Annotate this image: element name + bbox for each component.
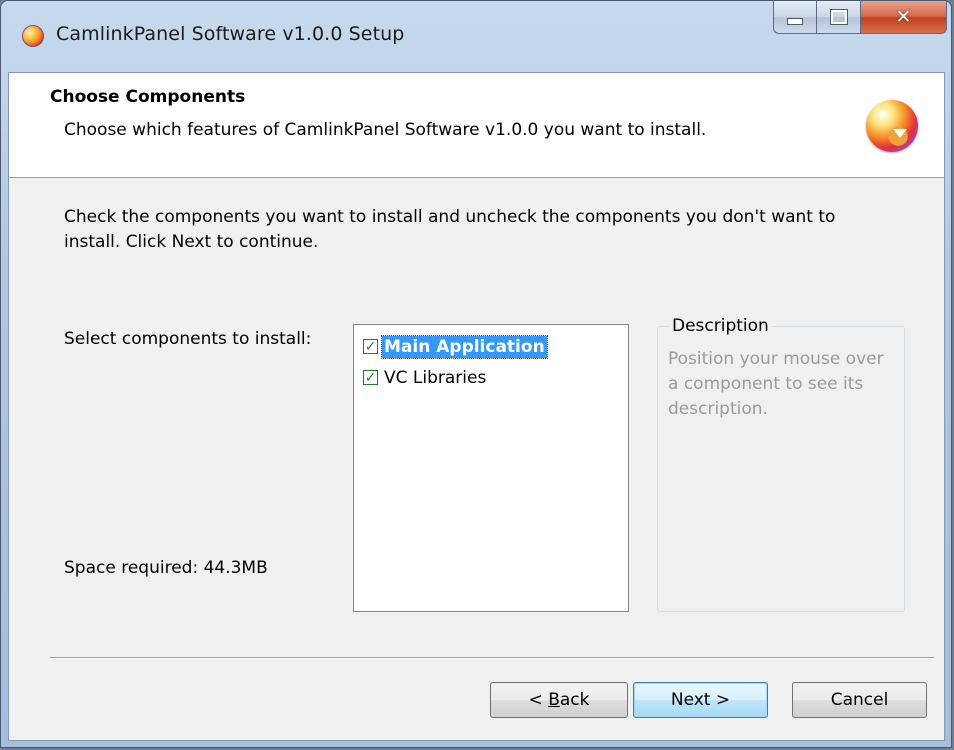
page-title: Choose Components xyxy=(50,87,246,107)
next-button[interactable]: Next > xyxy=(633,682,768,718)
window-title: CamlinkPanel Software v1.0.0 Setup xyxy=(56,23,405,45)
main-application-checkbox[interactable]: ✓ xyxy=(363,339,378,354)
components-list[interactable]: ✓ Main Application ✓ VC Libraries xyxy=(353,324,629,612)
vc-libraries-checkbox[interactable]: ✓ xyxy=(363,370,378,385)
header-panel: Choose Components Choose which features … xyxy=(9,73,944,178)
title-bar[interactable]: CamlinkPanel Software v1.0.0 Setup ✕ xyxy=(1,1,951,71)
window-controls: ✕ xyxy=(773,1,947,35)
separator xyxy=(50,657,934,659)
component-item-main-application[interactable]: ✓ Main Application xyxy=(354,331,628,362)
dialog-body: Choose Components Choose which features … xyxy=(8,72,945,741)
close-icon: ✕ xyxy=(895,5,912,28)
description-group: Description Position your mouse over a c… xyxy=(657,316,905,612)
installer-disc-icon xyxy=(866,100,918,152)
cancel-button[interactable]: Cancel xyxy=(792,682,927,718)
back-accelerator: B xyxy=(548,690,560,710)
checkmark-icon: ✓ xyxy=(364,338,377,355)
back-button[interactable]: < Back xyxy=(490,682,628,718)
minimize-button[interactable] xyxy=(773,1,817,34)
minimize-icon xyxy=(787,17,803,25)
back-label-rest: ack xyxy=(559,690,590,710)
maximize-icon xyxy=(830,10,847,24)
select-components-label: Select components to install: xyxy=(64,329,312,349)
space-required-label: Space required: 44.3MB xyxy=(64,558,268,578)
component-item-vc-libraries[interactable]: ✓ VC Libraries xyxy=(354,362,628,393)
description-text: Position your mouse over a component to … xyxy=(668,349,884,419)
close-button[interactable]: ✕ xyxy=(861,1,947,34)
setup-window: CamlinkPanel Software v1.0.0 Setup ✕ Cho… xyxy=(0,0,952,748)
app-icon xyxy=(22,25,44,47)
intro-text: Check the components you want to install… xyxy=(64,207,836,252)
checkmark-icon: ✓ xyxy=(364,369,377,386)
component-label[interactable]: VC Libraries xyxy=(382,367,488,389)
page-subtitle: Choose which features of CamlinkPanel So… xyxy=(64,120,707,140)
component-label[interactable]: Main Application xyxy=(381,334,548,359)
maximize-button[interactable] xyxy=(817,1,861,34)
back-prefix: < xyxy=(528,690,549,710)
description-legend: Description xyxy=(669,316,772,336)
